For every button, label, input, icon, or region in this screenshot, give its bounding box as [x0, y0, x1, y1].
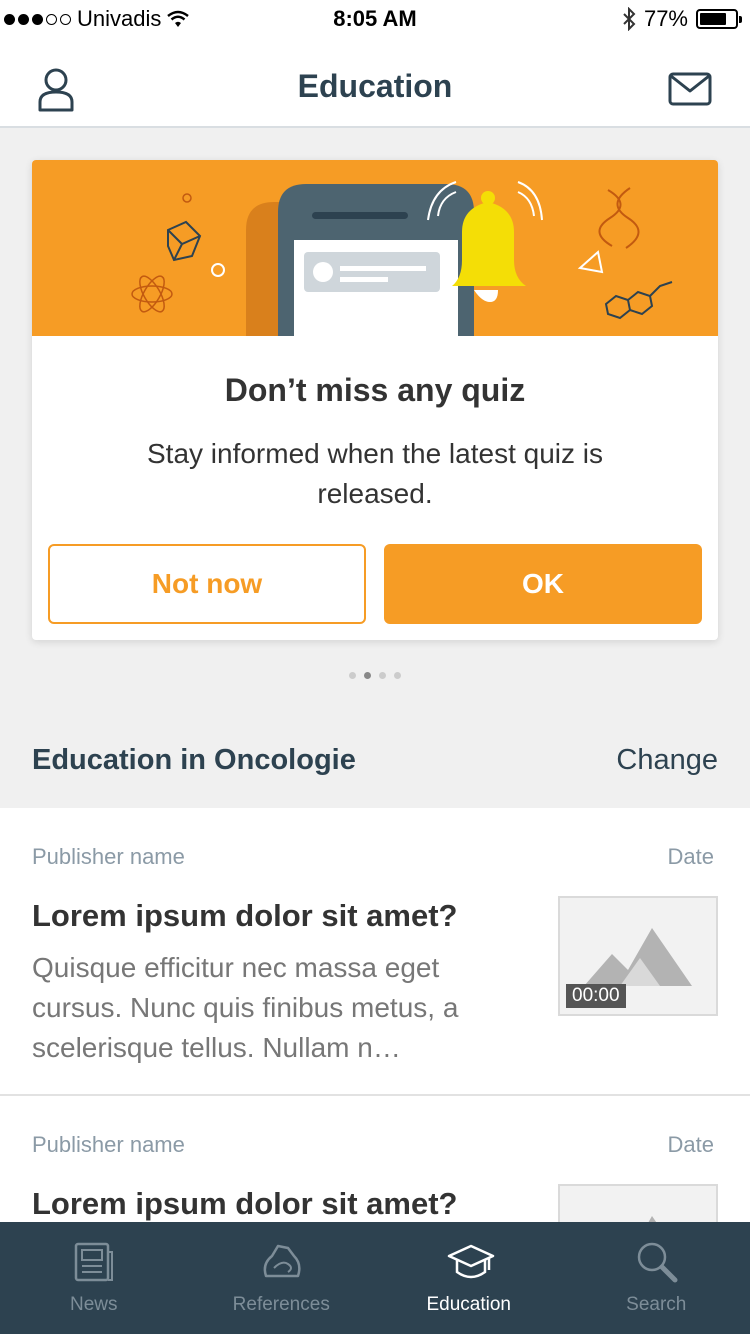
tab-label: News [69, 1294, 118, 1315]
education-list: Publisher name Date Lorem ipsum dolor si… [0, 808, 750, 1222]
tab-bar: News References Education Search [0, 1222, 750, 1334]
list-item[interactable]: Publisher name Date Lorem ipsum dolor si… [0, 808, 750, 1096]
publisher-name: Publisher name [32, 1132, 185, 1157]
item-date: Date [667, 844, 714, 869]
item-description: Quisque efficitur nec massa eget cursus.… [32, 952, 459, 1063]
page-dot [379, 672, 386, 679]
not-now-button[interactable]: Not now [48, 544, 366, 624]
tab-search[interactable]: Search [563, 1222, 750, 1334]
news-icon [74, 1242, 113, 1282]
ok-button[interactable]: OK [384, 544, 702, 624]
tab-education[interactable]: Education [375, 1222, 563, 1334]
item-date: Date [667, 1132, 714, 1157]
page-dot [394, 672, 401, 679]
video-thumbnail[interactable]: 00:00 [558, 896, 718, 1016]
education-icon [447, 1244, 495, 1279]
tab-label: Education [426, 1294, 511, 1315]
section-title: Education in Oncologie [32, 744, 356, 776]
video-thumbnail[interactable] [558, 1184, 718, 1222]
search-icon [637, 1242, 677, 1283]
card-description: Stay informed when the latest quiz is re… [146, 438, 603, 509]
tab-references[interactable]: References [188, 1222, 376, 1334]
battery-percent: 77% [643, 6, 688, 31]
page-dot-active [364, 672, 371, 679]
mail-icon [668, 72, 712, 106]
tab-news[interactable]: News [0, 1222, 188, 1334]
card-title: Don’t miss any quiz [224, 372, 526, 408]
tab-label: Search [626, 1294, 687, 1315]
bluetooth-icon [623, 7, 636, 31]
change-specialty-link[interactable]: Change [616, 744, 718, 777]
tab-label: References [232, 1294, 330, 1315]
battery-icon [696, 9, 742, 29]
publisher-name: Publisher name [32, 844, 185, 869]
list-item[interactable]: Publisher name Date Lorem ipsum dolor si… [0, 1096, 750, 1222]
messages-button[interactable] [668, 66, 716, 114]
references-icon [263, 1244, 301, 1278]
item-title: Lorem ipsum dolor sit amet? [32, 898, 458, 933]
video-duration: 00:00 [566, 984, 626, 1008]
image-placeholder-icon [648, 1216, 657, 1222]
page-indicator[interactable] [0, 672, 750, 679]
quiz-notification-card: Don’t miss any quiz Stay informed when t… [32, 160, 718, 640]
nav-header: Education [0, 40, 750, 128]
page-title: Education [297, 68, 453, 104]
item-title: Lorem ipsum dolor sit amet? [32, 1186, 458, 1221]
page-dot [349, 672, 356, 679]
status-bar: Univadis 8:05 AM 77% [0, 0, 750, 40]
notification-illustration [32, 160, 718, 336]
